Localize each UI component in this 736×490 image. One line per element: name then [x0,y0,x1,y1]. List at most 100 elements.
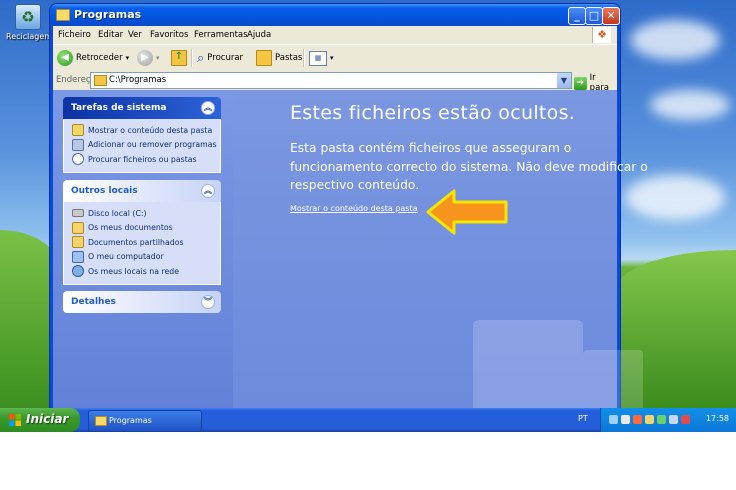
system-tray: 17:58 [600,408,736,432]
taskbar-window-label: Programas [109,416,152,425]
computer-icon [72,250,84,263]
back-label: Retroceder [76,53,123,63]
show-contents-icon [72,124,84,137]
menu-tools[interactable]: Ferramentas [194,30,248,40]
drive-icon [72,209,84,218]
task-label: Mostrar o conteúdo desta pasta [88,125,213,135]
place-label: O meu computador [88,252,164,262]
shared-folder-icon [72,236,84,249]
forward-button[interactable]: ▶ ▾ [137,49,160,67]
folder-icon [56,9,70,21]
menu-help[interactable]: Ajuda [247,30,271,40]
folder-icon [95,416,107,426]
collapse-chevron-icon[interactable]: ︽ [201,101,215,115]
menu-view[interactable]: Ver [128,30,142,40]
menu-favorites[interactable]: Favoritos [150,30,188,40]
views-dropdown-icon: ▾ [330,54,334,62]
address-input[interactable]: C:\Programas ▼ [90,72,572,89]
task-add-remove-programs[interactable]: Adicionar ou remover programas [64,138,220,153]
cloud [630,20,720,60]
content-area: Tarefas de sistema ︽ Mostrar o conteúdo … [53,90,643,480]
hidden-files-description: Esta pasta contém ficheiros que assegura… [290,141,648,192]
place-shared-documents[interactable]: Documentos partilhados [64,235,220,250]
go-arrow-icon: ➔ [574,76,587,90]
forward-arrow-icon: ▶ [137,50,153,66]
magnifier-icon: ⌕ [197,50,205,66]
place-label: Documentos partilhados [88,237,184,247]
menu-bar: Ficheiro Editar Ver Favoritos Ferramenta… [53,26,617,44]
place-label: Disco local (C:) [88,208,147,218]
tray-volume-icon[interactable] [621,415,630,424]
windows-logo-icon: ❖ [592,27,611,43]
other-places-header[interactable]: Outros locais ︽ [63,180,221,202]
search-icon [72,153,84,166]
details-title: Detalhes [71,297,116,307]
documents-folder-icon [72,221,84,234]
start-button[interactable]: Iniciar [0,408,80,432]
address-value: C:\Programas [109,75,167,85]
toolbar: ◀ Retroceder ▾ ▶ ▾ ↑ ⌕ Procurar Pastas ▦… [53,44,617,73]
search-button[interactable]: ⌕ Procurar [197,49,243,67]
tray-network-icon[interactable] [609,415,618,424]
place-local-disk[interactable]: Disco local (C:) [64,206,220,221]
place-network[interactable]: Os meus locais na rede [64,264,220,279]
taskbar: Iniciar Programas PT 17:58 [0,408,736,432]
back-arrow-icon: ◀ [57,50,73,66]
other-places-panel: Outros locais ︽ Disco local (C:) Os meus… [63,180,221,285]
details-header[interactable]: Detalhes ︾ [63,291,221,313]
tray-alert-icon[interactable] [681,415,690,424]
task-pane: Tarefas de sistema ︽ Mostrar o conteúdo … [53,90,233,408]
details-panel: Detalhes ︾ [63,291,221,313]
tray-display-icon[interactable] [669,415,678,424]
show-contents-link[interactable]: Mostrar o conteúdo desta pasta [290,204,418,213]
minimize-button[interactable]: _ [568,7,586,25]
task-label: Adicionar ou remover programas [88,140,217,150]
menu-file[interactable]: Ficheiro [58,30,91,40]
search-label: Procurar [207,53,244,63]
place-my-documents[interactable]: Os meus documentos [64,221,220,236]
menu-edit[interactable]: Editar [98,30,123,40]
views-icon: ▦ [309,50,327,66]
maximize-button[interactable]: □ [585,7,603,25]
language-indicator[interactable]: PT [578,414,588,423]
forward-dropdown-icon[interactable]: ▾ [156,54,160,62]
expand-chevron-icon[interactable]: ︾ [201,295,215,309]
system-tasks-panel: Tarefas de sistema ︽ Mostrar o conteúdo … [63,97,221,173]
computer-watermark-icon [473,320,643,480]
tray-security-icon[interactable] [633,415,642,424]
other-places-title: Outros locais [71,186,138,196]
title-bar[interactable]: Programas _ □ ✕ [50,4,620,26]
start-label: Iniciar [26,412,69,426]
task-show-contents[interactable]: Mostrar o conteúdo desta pasta [64,123,220,138]
recycle-bin-desktop-icon[interactable]: ♻ Reciclagem [6,4,53,41]
recycle-bin-label: Reciclagem [6,32,53,41]
tray-update-icon[interactable] [657,415,666,424]
up-folder-button[interactable]: ↑ [171,49,187,67]
address-dropdown-button[interactable]: ▼ [557,73,571,88]
network-icon [72,265,84,278]
up-folder-icon: ↑ [171,50,187,66]
system-tasks-header[interactable]: Tarefas de sistema ︽ [63,97,221,119]
close-button[interactable]: ✕ [602,7,620,25]
add-remove-programs-icon [72,138,84,151]
task-search-files[interactable]: Procurar ficheiros ou pastas [64,152,220,167]
back-dropdown-icon[interactable]: ▾ [126,54,130,62]
other-places-list: Disco local (C:) Os meus documentos Docu… [63,202,221,285]
explorer-window: Programas _ □ ✕ Ficheiro Editar Ver Favo… [50,4,648,480]
views-button[interactable]: ▦ ▾ [309,49,334,67]
toolbar-separator [303,49,305,67]
collapse-chevron-icon[interactable]: ︽ [201,184,215,198]
clock[interactable]: 17:58 [706,414,729,423]
tray-app-icon[interactable] [645,415,654,424]
place-label: Os meus documentos [88,223,173,233]
folders-button[interactable]: Pastas [256,49,302,67]
orange-arrow-icon [426,189,508,235]
folder-icon [94,75,107,86]
back-button[interactable]: ◀ Retroceder ▾ [57,49,129,67]
place-my-computer[interactable]: O meu computador [64,250,220,265]
recycle-bin-icon: ♻ [15,4,41,30]
task-label: Procurar ficheiros ou pastas [88,154,197,164]
place-label: Os meus locais na rede [88,266,180,276]
taskbar-window-button[interactable]: Programas [88,410,202,432]
toolbar-separator [191,49,193,67]
